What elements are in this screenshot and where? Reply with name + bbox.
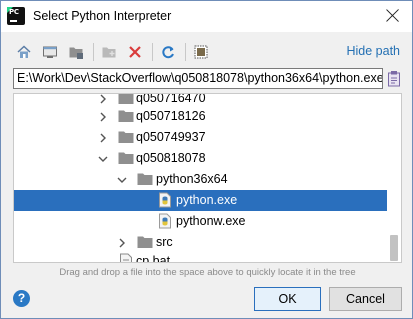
drag-drop-hint: Drag and drop a file into the space abov… xyxy=(59,267,356,278)
tree-row-label: pythonw.exe xyxy=(176,214,246,228)
home-button[interactable] xyxy=(13,41,35,63)
python-file-icon xyxy=(159,192,171,208)
toolbar-separator xyxy=(152,43,153,61)
folder-icon xyxy=(118,94,134,104)
history-button[interactable] xyxy=(386,70,402,88)
tree-row-label: q050749937 xyxy=(136,130,206,144)
history-icon xyxy=(388,71,400,87)
delete-button[interactable] xyxy=(124,41,146,63)
folder-icon xyxy=(137,173,153,185)
show-hidden-button[interactable] xyxy=(190,41,212,63)
new-folder-icon xyxy=(102,47,116,58)
file-icon xyxy=(120,253,132,262)
tree-row-label: src xyxy=(156,235,173,249)
toolbar-separator xyxy=(93,43,94,61)
file-tree[interactable]: q050716470 q050718126 q050749937 q050818… xyxy=(13,93,402,263)
dialog-window: PC Select Python Interpreter Hide path E… xyxy=(0,0,413,319)
desktop-button[interactable] xyxy=(39,41,61,63)
chevron-right-icon[interactable] xyxy=(98,94,108,104)
tree-row[interactable]: pythonw.exe xyxy=(14,211,388,232)
folder-icon xyxy=(118,110,134,122)
scroll-thumb[interactable] xyxy=(390,235,398,261)
tree-row-label: python.exe xyxy=(176,193,238,207)
chevron-right-icon[interactable] xyxy=(98,112,108,122)
project-folder-icon xyxy=(69,47,83,59)
tree-row-selected[interactable]: python.exe xyxy=(14,190,388,211)
folder-icon xyxy=(118,131,134,143)
folder-icon xyxy=(118,152,134,164)
hide-path-link[interactable]: Hide path xyxy=(346,44,400,58)
tree-row-label: python36x64 xyxy=(156,172,228,186)
toolbar-separator xyxy=(185,43,186,61)
tree-row-label: q050716470 xyxy=(136,93,206,105)
desktop-icon xyxy=(43,46,57,58)
tree-row-label: cp.bat xyxy=(136,254,171,263)
delete-icon xyxy=(129,46,141,58)
close-icon[interactable] xyxy=(382,5,404,27)
tree-row[interactable]: q050818078 xyxy=(14,148,388,169)
tree-scrollbar[interactable] xyxy=(387,94,401,262)
project-folder-button[interactable] xyxy=(65,41,87,63)
chevron-right-icon[interactable] xyxy=(117,238,127,248)
toolbar xyxy=(13,39,216,65)
ok-button[interactable]: OK xyxy=(254,287,321,311)
show-hidden-icon xyxy=(194,45,208,59)
chevron-down-icon[interactable] xyxy=(117,175,127,185)
tree-row-label: q050718126 xyxy=(136,109,206,123)
python-file-icon xyxy=(159,213,171,229)
cancel-button[interactable]: Cancel xyxy=(329,287,402,311)
chevron-right-icon[interactable] xyxy=(98,133,108,143)
tree-row[interactable]: cp.bat xyxy=(14,251,388,263)
title-bar[interactable]: PC Select Python Interpreter xyxy=(1,1,412,32)
tree-row[interactable]: python36x64 xyxy=(14,169,388,190)
new-folder-button[interactable] xyxy=(98,41,120,63)
tree-row-label: q050818078 xyxy=(136,151,206,165)
home-icon xyxy=(17,45,31,58)
tree-row[interactable]: q050718126 xyxy=(14,106,388,127)
window-title: Select Python Interpreter xyxy=(33,9,172,23)
refresh-icon xyxy=(162,46,174,59)
chevron-down-icon[interactable] xyxy=(98,154,108,164)
help-icon[interactable]: ? xyxy=(13,290,30,307)
pycharm-logo-icon: PC xyxy=(7,7,25,25)
refresh-button[interactable] xyxy=(157,41,179,63)
folder-icon xyxy=(137,236,153,248)
tree-row[interactable]: src xyxy=(14,232,388,253)
tree-row[interactable]: q050749937 xyxy=(14,127,388,148)
path-field[interactable]: E:\Work\Dev\StackOverflow\q050818078\pyt… xyxy=(13,68,383,89)
